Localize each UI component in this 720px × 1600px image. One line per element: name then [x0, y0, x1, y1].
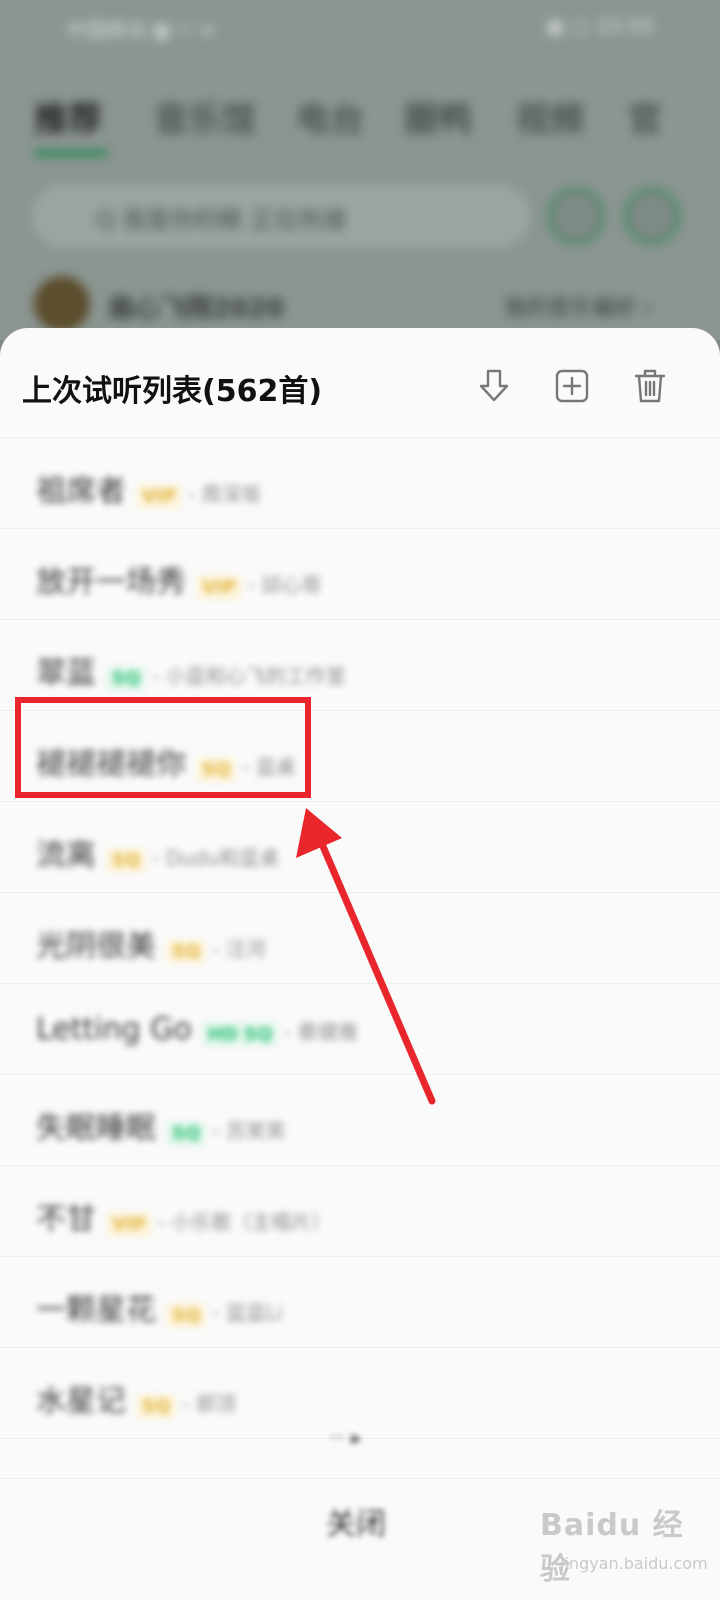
top-tabs: 推荐 音乐馆 电台 圈鸭 视频 官 [0, 92, 720, 162]
quality-badge: HD SQ [201, 1022, 279, 1047]
quality-badge: SQ [106, 848, 147, 873]
song-row[interactable]: 失眠睡眠 SQ - 苏笑笑 [0, 1075, 720, 1166]
quality-badge: SQ [166, 1121, 207, 1146]
recent-list-sheet: 上次试听列表(562首) 祖席者 VIP - 周深坂 放开一场秀 VIP - 邱心哥 [0, 328, 720, 1600]
song-title: 流离 [36, 838, 96, 873]
quality-badge: VIP [106, 1212, 152, 1237]
song-title: 一颗星花 [36, 1293, 156, 1328]
song-title: 翠蓝 [36, 656, 96, 691]
background-app: 中国移动 ▩ ᵞᵢˡ ᯤ ▣ ▢ 15:55 推荐 音乐馆 电台 圈鸭 视频 官… [0, 0, 720, 340]
tab-music-hall[interactable]: 音乐馆 [154, 92, 256, 141]
avatar[interactable] [34, 276, 90, 332]
quality-badge: SQ [136, 1394, 177, 1419]
song-row[interactable]: 放开一场秀 VIP - 邱心哥 [0, 529, 720, 620]
user-row: 扇心飞翔2020 我的音乐偏好 › [34, 276, 720, 336]
song-artist: - 苏笑笑 [212, 1119, 286, 1143]
song-artist: - 小蓝和心飞的工作室 [152, 664, 346, 688]
song-title: 不甘 [36, 1202, 96, 1237]
song-artist: - 蔡健雅 [284, 1020, 358, 1044]
song-title: 祖席者 [36, 474, 126, 509]
song-row[interactable]: 一颗星花 SQ - 蓝蓝Li [0, 1257, 720, 1348]
load-more-indicator: ·· ▸ [330, 1426, 363, 1451]
sheet-header: 上次试听列表(562首) [0, 328, 720, 438]
song-row[interactable]: 流离 SQ - Dudu和蓝桌 [0, 802, 720, 893]
song-artist: - 蓝蓝Li [212, 1301, 283, 1325]
song-row[interactable]: Letting Go HD SQ - 蔡健雅 [0, 984, 720, 1075]
checkin-button[interactable] [624, 188, 680, 244]
quality-badge: SQ [166, 1303, 207, 1328]
status-right: ▣ ▢ 15:55 [545, 14, 654, 38]
trash-icon[interactable] [630, 366, 670, 406]
song-row[interactable]: 不甘 VIP - 小乐歌（主唱片） [0, 1166, 720, 1257]
recognize-button[interactable] [548, 188, 604, 244]
song-title: 失眠睡眠 [36, 1111, 156, 1146]
song-title: Letting Go [36, 1012, 192, 1047]
user-name: 扇心飞翔2020 [108, 294, 285, 324]
quality-badge: SQ [106, 666, 147, 691]
status-left: 中国移动 ▩ ᵞᵢˡ ᯤ [66, 18, 217, 42]
music-preference-link[interactable]: 我的音乐偏好 › [504, 290, 652, 322]
song-artist: - Dudu和蓝桌 [152, 846, 280, 870]
watermark-brand: Baidu 经验 [540, 1508, 684, 1587]
active-tab-indicator [34, 150, 108, 156]
sheet-title: 上次试听列表(562首) [22, 374, 323, 409]
tab-video[interactable]: 视频 [516, 92, 584, 141]
add-to-playlist-icon[interactable] [552, 366, 592, 406]
watermark-url: jingyan.baidu.com [560, 1554, 708, 1573]
search-placeholder: Q 我是你的眼 正在热搜 [96, 206, 347, 234]
song-title: 水星记 [36, 1384, 126, 1419]
status-bar: 中国移动 ▩ ᵞᵢˡ ᯤ ▣ ▢ 15:55 [0, 0, 720, 56]
tab-recommend[interactable]: 推荐 [34, 92, 102, 141]
song-title: 光阴很美 [36, 929, 156, 964]
quality-badge: VIP [196, 575, 242, 600]
song-artist: - 邱心哥 [247, 573, 322, 597]
close-label: 关闭 [326, 1507, 386, 1542]
song-title: 放开一场秀 [36, 565, 186, 600]
song-row[interactable]: 光阴很美 SQ - 汪河 [0, 893, 720, 984]
tab-radio[interactable]: 电台 [296, 92, 364, 141]
highlight-box [15, 697, 311, 798]
song-artist: - 周深坂 [187, 482, 262, 506]
tab-more[interactable]: 官 [628, 92, 662, 141]
song-row[interactable]: 祖席者 VIP - 周深坂 [0, 438, 720, 529]
song-artist: - 郭顶 [182, 1392, 236, 1416]
song-artist: - 小乐歌（主唱片） [157, 1210, 332, 1234]
song-artist: - 汪河 [212, 937, 266, 961]
download-icon[interactable] [474, 366, 514, 406]
baidu-watermark: Baidu 经验 jingyan.baidu.com [540, 1480, 710, 1590]
quality-badge: SQ [166, 939, 207, 964]
tab-circle[interactable]: 圈鸭 [404, 92, 472, 141]
quality-badge: VIP [136, 484, 182, 509]
search-input[interactable]: Q 我是你的眼 正在热搜 [32, 184, 530, 248]
